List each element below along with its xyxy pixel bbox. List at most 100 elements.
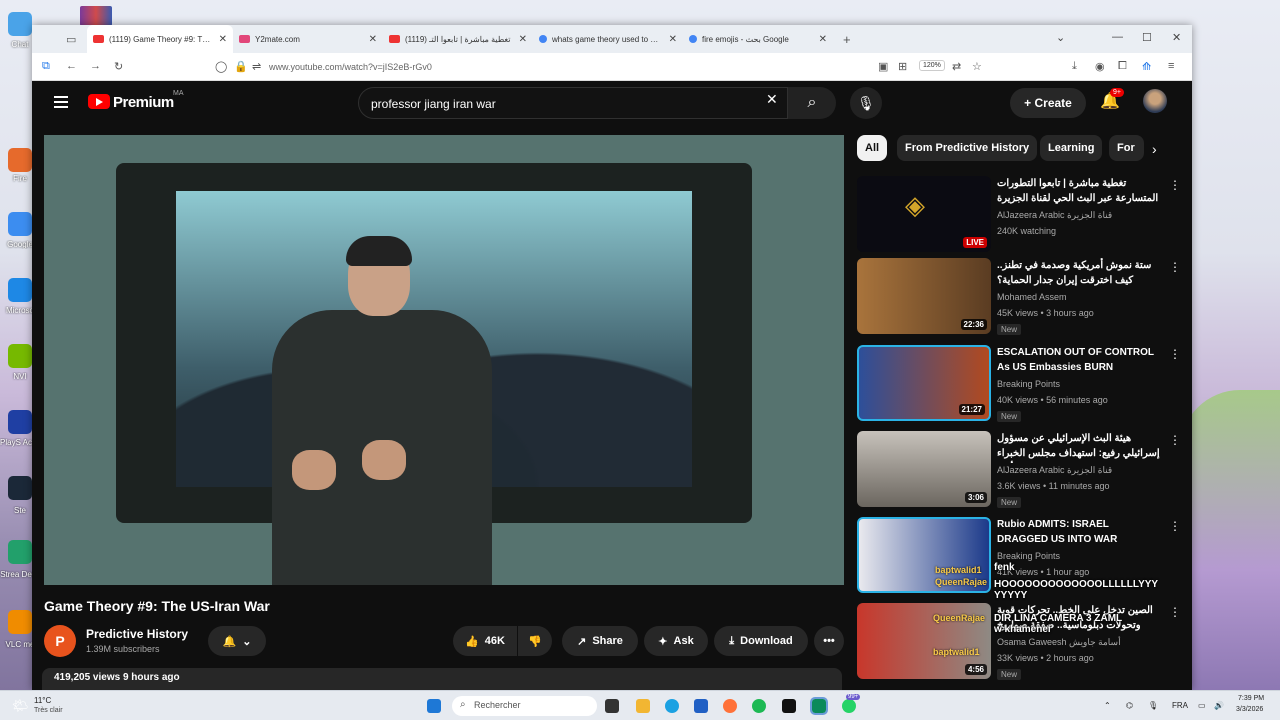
zoom-level[interactable]: 120% [919, 60, 945, 71]
favorite-star-icon[interactable]: ☆ [972, 60, 982, 73]
capcut-icon[interactable] [782, 699, 796, 713]
more-vertical-icon[interactable]: ⋮ [1169, 347, 1181, 361]
new-tab-icon[interactable]: + [843, 32, 851, 47]
desktop-icon-3[interactable] [8, 278, 32, 302]
recommendation-channel[interactable]: Breaking Points [997, 551, 1060, 561]
recommendation-thumbnail[interactable]: 21:27 [857, 345, 991, 421]
recommendation-thumbnail[interactable]: 22:36 [857, 258, 991, 334]
taskbar-search[interactable]: ⌕ Rechercher [452, 696, 597, 716]
channel-avatar[interactable]: P [44, 625, 76, 657]
site-settings-icon[interactable]: ⇌ [252, 60, 261, 73]
hamburger-menu-icon[interactable] [54, 96, 68, 108]
desktop-icon-7[interactable] [8, 540, 32, 564]
close-tab-icon[interactable]: ✕ [819, 34, 827, 45]
voice-search-button[interactable]: 🎙 [850, 87, 882, 119]
active-app-icon[interactable] [810, 697, 828, 715]
spotify-icon[interactable] [752, 699, 766, 713]
chip-learning[interactable]: Learning [1040, 135, 1103, 161]
reload-icon[interactable]: ↻ [114, 60, 123, 73]
url-field[interactable]: www.youtube.com/watch?v=jIS2eB-rGv0 [269, 62, 432, 72]
desktop-icon-8[interactable] [8, 610, 32, 634]
ask-button[interactable]: ✦ Ask [644, 626, 708, 656]
recommendation-thumbnail[interactable]: ◈ LIVE [857, 176, 991, 252]
back-icon[interactable]: ← [66, 60, 77, 72]
create-button[interactable]: + Create [1010, 88, 1086, 118]
maximize-icon[interactable]: ☐ [1142, 31, 1152, 44]
more-vertical-icon[interactable]: ⋮ [1169, 260, 1181, 274]
desktop-icon-2[interactable] [8, 212, 32, 236]
firefox-icon[interactable] [723, 699, 737, 713]
translate-page-icon[interactable]: ⟰ [1142, 60, 1151, 73]
desktop-top-icon[interactable] [80, 6, 112, 26]
share-button[interactable]: ↗ Share [562, 626, 638, 656]
desktop-icon-0[interactable] [8, 12, 32, 36]
chip-all[interactable]: All [857, 135, 888, 161]
recommendation-item[interactable]: 22:36 ستة نموش أمريكية وصدمة في تطنز.. ك… [857, 258, 1181, 336]
chip-for-you[interactable]: For [1109, 135, 1144, 161]
desktop-icon-5[interactable] [8, 410, 32, 434]
desktop-icon-4[interactable] [8, 344, 32, 368]
close-tab-icon[interactable]: ✕ [219, 34, 227, 45]
recommendation-channel[interactable]: AlJazeera Arabic قناة الجزيرة [997, 210, 1112, 221]
tab-2[interactable]: (1119) تغطية مباشرة | تابعوا التـ ✕ [383, 25, 533, 53]
recommendation-thumbnail[interactable]: 3:06 [857, 431, 991, 507]
download-button[interactable]: ⤓ Download [714, 626, 808, 656]
screenshot-icon[interactable]: ⊞ [898, 60, 907, 73]
tab-list-chevron-icon[interactable]: ⌄ [1056, 31, 1065, 44]
recommendation-thumbnail[interactable]: baptwalid1 QueenRajae [857, 517, 991, 593]
lock-icon[interactable]: 🔒 [234, 60, 248, 73]
recommendation-channel[interactable]: Breaking Points [997, 379, 1060, 389]
translate-icon[interactable]: ⇄ [952, 60, 961, 73]
account-avatar[interactable] [1143, 89, 1167, 113]
language-indicator[interactable]: FRA [1172, 701, 1188, 710]
clear-search-icon[interactable]: ✕ [766, 91, 778, 108]
recommendation-item[interactable]: ◈ LIVE تغطية مباشرة | تابعوا التطورات ال… [857, 176, 1181, 254]
recommendation-item[interactable]: 3:06 هيئة البث الإسرائيلي عن مسؤول إسرائ… [857, 431, 1181, 509]
network-icon[interactable]: ⌬ [1126, 701, 1133, 710]
like-button[interactable]: 👍 46K [453, 626, 517, 656]
tab-0[interactable]: (1119) Game Theory #9: The US ✕ [87, 25, 233, 53]
tray-chevron-icon[interactable]: ⌃ [1104, 701, 1111, 710]
video-player[interactable] [44, 135, 844, 585]
search-button[interactable]: ⌕ [788, 87, 836, 119]
channel-name[interactable]: Predictive History [86, 627, 188, 641]
volume-icon[interactable]: 🔊 [1214, 701, 1224, 710]
close-tab-icon[interactable]: ✕ [669, 34, 677, 45]
tab-actions-icon[interactable]: ▭ [66, 33, 76, 46]
subscribed-bell-button[interactable]: 🔔 ⌄ [208, 626, 266, 656]
tab-1[interactable]: Y2mate.com ✕ [233, 25, 383, 53]
youtube-logo-icon[interactable] [88, 94, 110, 109]
recommendation-channel[interactable]: Osama Gaweesh أسامة جاويش [997, 637, 1121, 648]
more-vertical-icon[interactable]: ⋮ [1169, 178, 1181, 192]
clock-date[interactable]: 3/3/2026 [1236, 706, 1263, 713]
desktop-icon-1[interactable] [8, 148, 32, 172]
search-input[interactable]: professor jiang iran war [358, 87, 788, 119]
more-vertical-icon[interactable]: ⋮ [1169, 433, 1181, 447]
recommendation-item[interactable]: 21:27 ESCALATION OUT OF CONTROL As US Em… [857, 345, 1181, 423]
recommendation-title[interactable]: ESCALATION OUT OF CONTROL As US Embassie… [997, 345, 1162, 375]
minimize-icon[interactable]: — [1112, 31, 1123, 43]
chips-next-chevron-icon[interactable]: › [1152, 141, 1157, 157]
recommendation-channel[interactable]: Mohamed Assem [997, 292, 1067, 302]
store-icon[interactable] [694, 699, 708, 713]
more-vertical-icon[interactable]: ⋮ [1169, 519, 1181, 533]
app-install-icon[interactable]: ▣ [878, 60, 888, 73]
recommendation-title[interactable]: تغطية مباشرة | تابعوا التطورات المتسارعة… [997, 176, 1162, 206]
chip-from-channel[interactable]: From Predictive History [897, 135, 1038, 161]
recommendation-title[interactable]: Rubio ADMITS: ISRAEL DRAGGED US INTO WAR [997, 517, 1162, 547]
menu-icon[interactable]: ≡ [1168, 60, 1174, 72]
workspaces-icon[interactable]: ⧉ [42, 60, 50, 73]
close-tab-icon[interactable]: ✕ [519, 34, 527, 45]
close-tab-icon[interactable]: ✕ [369, 34, 377, 45]
mic-icon[interactable]: 🎙 [1148, 701, 1158, 710]
video-description-box[interactable]: 419,205 views 9 hours ago [42, 668, 842, 690]
downloads-icon[interactable]: ⤓ [1072, 60, 1077, 73]
clock-time[interactable]: 7:39 PM [1238, 695, 1264, 702]
recommendation-channel[interactable]: AlJazeera Arabic قناة الجزيرة [997, 465, 1112, 476]
recommendation-title[interactable]: هيئة البث الإسرائيلي عن مسؤول إسرائيلي ر… [997, 431, 1162, 463]
task-view-icon[interactable] [605, 699, 619, 713]
recommendation-title[interactable]: ستة نموش أمريكية وصدمة في تطنز.. كيف اخت… [997, 258, 1162, 288]
weather-sun-icon[interactable]: 🌤 [12, 698, 29, 714]
dislike-button[interactable]: 👎 [518, 626, 552, 656]
profile-icon[interactable]: ◉ [1095, 60, 1105, 73]
